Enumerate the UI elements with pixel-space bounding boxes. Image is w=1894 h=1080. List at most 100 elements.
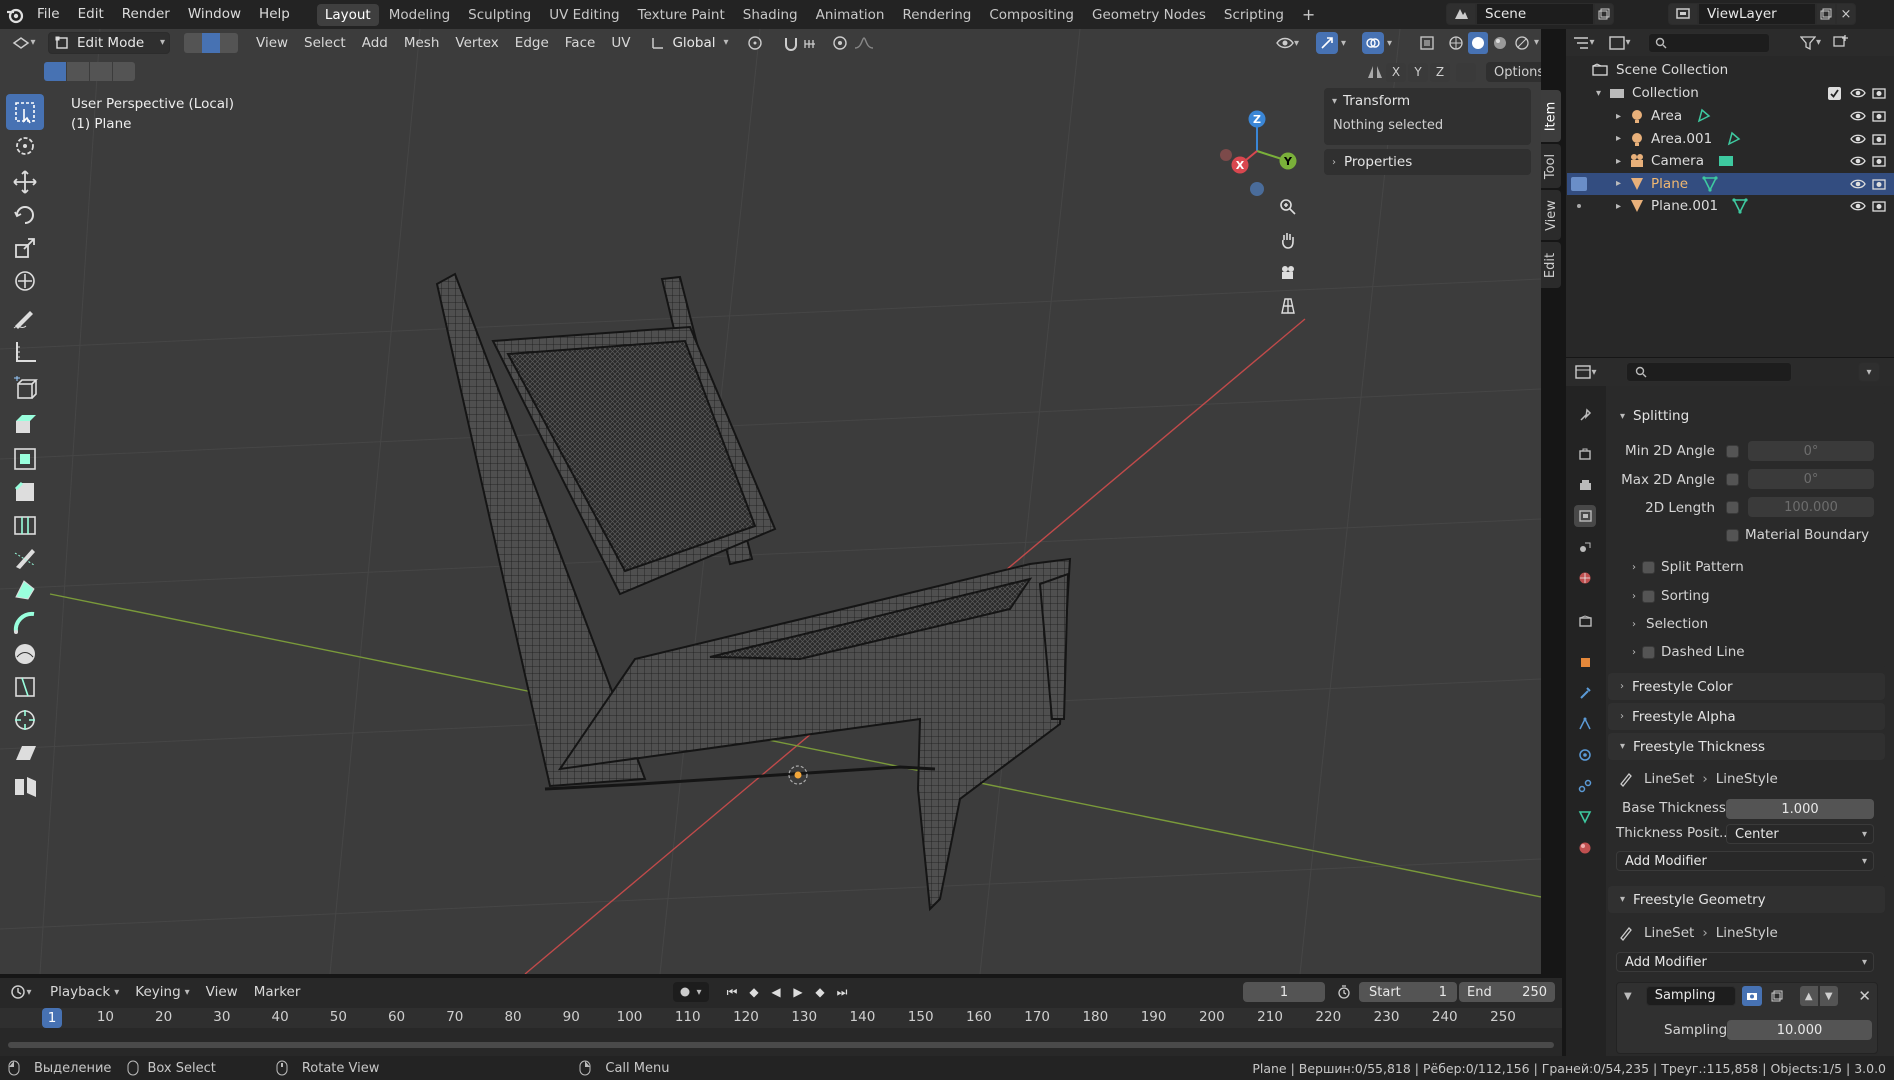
rotate-tool[interactable]	[6, 197, 44, 233]
menu-window[interactable]: Window	[179, 0, 250, 29]
timeline-menu-playback[interactable]: Playback ▾	[42, 984, 127, 1000]
view-layer-name-field[interactable]: ViewLayer	[1698, 3, 1816, 25]
collection-properties-icon[interactable]	[1574, 610, 1596, 632]
sub-panel-selection[interactable]: › Selection	[1632, 615, 1708, 633]
tab-view[interactable]: View	[1541, 190, 1561, 240]
modifier-move-up-icon[interactable]: ▲	[1799, 986, 1818, 1006]
tab-scripting[interactable]: Scripting	[1216, 4, 1292, 26]
timeline-menu-keying[interactable]: Keying ▾	[127, 984, 197, 1000]
render-visibility-icon[interactable]	[1872, 199, 1886, 213]
render-visibility-icon[interactable]	[1872, 109, 1886, 123]
max-2d-angle-field[interactable]: 0°	[1748, 469, 1874, 489]
edit-mode-toggle-icon[interactable]	[1577, 204, 1581, 209]
use-preview-range-icon[interactable]	[1334, 982, 1354, 1002]
new-collection-icon[interactable]	[1833, 34, 1849, 52]
tab-animation[interactable]: Animation	[808, 4, 893, 26]
timeline-ruler[interactable]: 10 20 30 40 50 60 70 80 90 100 110 120 130 140 150 160 1…	[0, 1008, 1562, 1028]
tool-properties-icon[interactable]	[1574, 404, 1596, 426]
visibility-icon[interactable]	[1850, 200, 1866, 212]
render-visibility-icon[interactable]	[1872, 154, 1886, 168]
options-dropdown[interactable]: Options▾	[1486, 62, 1541, 82]
add-workspace-button[interactable]: +	[1294, 4, 1323, 26]
outliner-item-plane[interactable]: ▸ Plane	[1567, 172, 1894, 195]
jump-keyframe-forward-icon[interactable]: ◆	[810, 982, 830, 1002]
viewport-3d[interactable]: ▾ Edit Mode ▾ View Select Add Mesh Vertex Edg…	[0, 29, 1541, 974]
expand-icon[interactable]: ▸	[1616, 133, 1621, 144]
outliner-collection[interactable]: ▾ Collection	[1567, 82, 1894, 105]
viewport-menu-mesh[interactable]: Mesh	[396, 35, 448, 51]
mode-selector[interactable]: Edit Mode ▾	[48, 31, 170, 54]
viewport-menu-uv[interactable]: UV	[603, 35, 638, 51]
render-properties-icon[interactable]	[1574, 443, 1596, 465]
material-properties-icon[interactable]	[1574, 837, 1596, 859]
base-thickness-field[interactable]: 1.000	[1726, 799, 1874, 819]
blender-logo-icon[interactable]	[2, 0, 28, 29]
tab-shading[interactable]: Shading	[735, 4, 806, 26]
properties-panel-header[interactable]: › Properties	[1324, 149, 1531, 175]
modifier-copy-icon[interactable]	[1768, 986, 1786, 1006]
thickness-position-dropdown[interactable]: Center ▾	[1726, 824, 1874, 844]
play-icon[interactable]: ▶	[788, 982, 808, 1002]
material-boundary-checkbox[interactable]	[1726, 529, 1739, 542]
edit-mode-object-icon[interactable]	[1571, 176, 1587, 191]
enable-checkbox[interactable]	[1642, 560, 1655, 574]
pan-view-icon[interactable]	[1274, 226, 1302, 254]
enable-checkbox[interactable]	[1642, 589, 1655, 603]
collection-render-icon[interactable]	[1872, 86, 1886, 100]
solid-shading-icon[interactable]	[1468, 32, 1488, 54]
collection-visibility-icon[interactable]	[1850, 87, 1866, 99]
new-view-layer-icon[interactable]	[1816, 3, 1836, 25]
display-mode-icon[interactable]: ▾	[1602, 35, 1638, 50]
view-layer-properties-icon[interactable]	[1574, 505, 1596, 527]
cursor-tool[interactable]	[6, 128, 44, 164]
measure-tool[interactable]	[6, 334, 44, 370]
start-frame-field[interactable]: Start 1	[1359, 982, 1457, 1002]
smooth-tool[interactable]	[6, 636, 44, 672]
transform-tool[interactable]	[6, 263, 44, 299]
render-visibility-icon[interactable]	[1872, 177, 1886, 191]
mesh-data-icon[interactable]	[1702, 176, 1718, 192]
viewport-menu-vertex[interactable]: Vertex	[447, 35, 506, 51]
select-subtract-icon[interactable]	[90, 62, 112, 81]
menu-edit[interactable]: Edit	[69, 0, 113, 29]
splitting-panel-header[interactable]: ▾ Splitting	[1620, 406, 1689, 426]
outliner-scene-collection[interactable]: Scene Collection	[1567, 59, 1894, 82]
move-tool[interactable]	[6, 164, 44, 200]
modifier-properties-icon[interactable]	[1574, 682, 1596, 704]
object-data-properties-icon[interactable]	[1574, 806, 1596, 828]
jump-keyframe-back-icon[interactable]: ◆	[744, 982, 764, 1002]
camera-data-icon[interactable]	[1718, 153, 1734, 169]
output-properties-icon[interactable]	[1574, 474, 1596, 496]
shrink-fatten-tool[interactable]	[6, 702, 44, 738]
auto-keying-icon[interactable]: ▾	[673, 982, 709, 1002]
knife-tool[interactable]	[6, 540, 44, 576]
expand-icon[interactable]: ▸	[1616, 156, 1621, 167]
rendered-shading-icon[interactable]	[1512, 32, 1532, 54]
select-extend-icon[interactable]	[67, 62, 89, 81]
timeline-scrollbar[interactable]	[8, 1042, 1554, 1048]
viewport-scene[interactable]	[0, 29, 1541, 974]
render-visibility-icon[interactable]	[1872, 132, 1886, 146]
wireframe-shading-icon[interactable]	[1446, 32, 1466, 54]
mirror-y-button[interactable]: Y	[1408, 62, 1428, 82]
freestyle-thickness-panel-header[interactable]: ▾ Freestyle Thickness	[1608, 733, 1885, 760]
modifier-render-toggle-icon[interactable]	[1741, 986, 1762, 1006]
constraints-properties-icon[interactable]	[1574, 775, 1596, 797]
remove-view-layer-icon[interactable]: ×	[1836, 3, 1856, 25]
inset-tool[interactable]	[6, 441, 44, 477]
tab-rendering[interactable]: Rendering	[894, 4, 979, 26]
light-data-icon[interactable]	[1696, 108, 1712, 124]
sampling-field[interactable]: 10.000	[1727, 1020, 1872, 1040]
viewport-menu-face[interactable]: Face	[557, 35, 604, 51]
filter-icon[interactable]: ▾	[1800, 35, 1821, 50]
expand-icon[interactable]: ▸	[1616, 111, 1621, 122]
2d-length-checkbox[interactable]	[1726, 501, 1739, 514]
particles-properties-icon[interactable]	[1574, 713, 1596, 735]
outliner-item-camera[interactable]: ▸ Camera	[1567, 150, 1894, 173]
freestyle-color-panel-header[interactable]: › Freestyle Color	[1608, 673, 1885, 700]
jump-start-icon[interactable]: ⏮	[722, 982, 742, 1002]
proportional-edit-icon[interactable]	[832, 32, 878, 54]
transform-panel-header[interactable]: ▾ Transform	[1324, 88, 1531, 114]
timeline-menu-view[interactable]: View	[198, 984, 246, 1000]
tab-geometry-nodes[interactable]: Geometry Nodes	[1084, 4, 1214, 26]
